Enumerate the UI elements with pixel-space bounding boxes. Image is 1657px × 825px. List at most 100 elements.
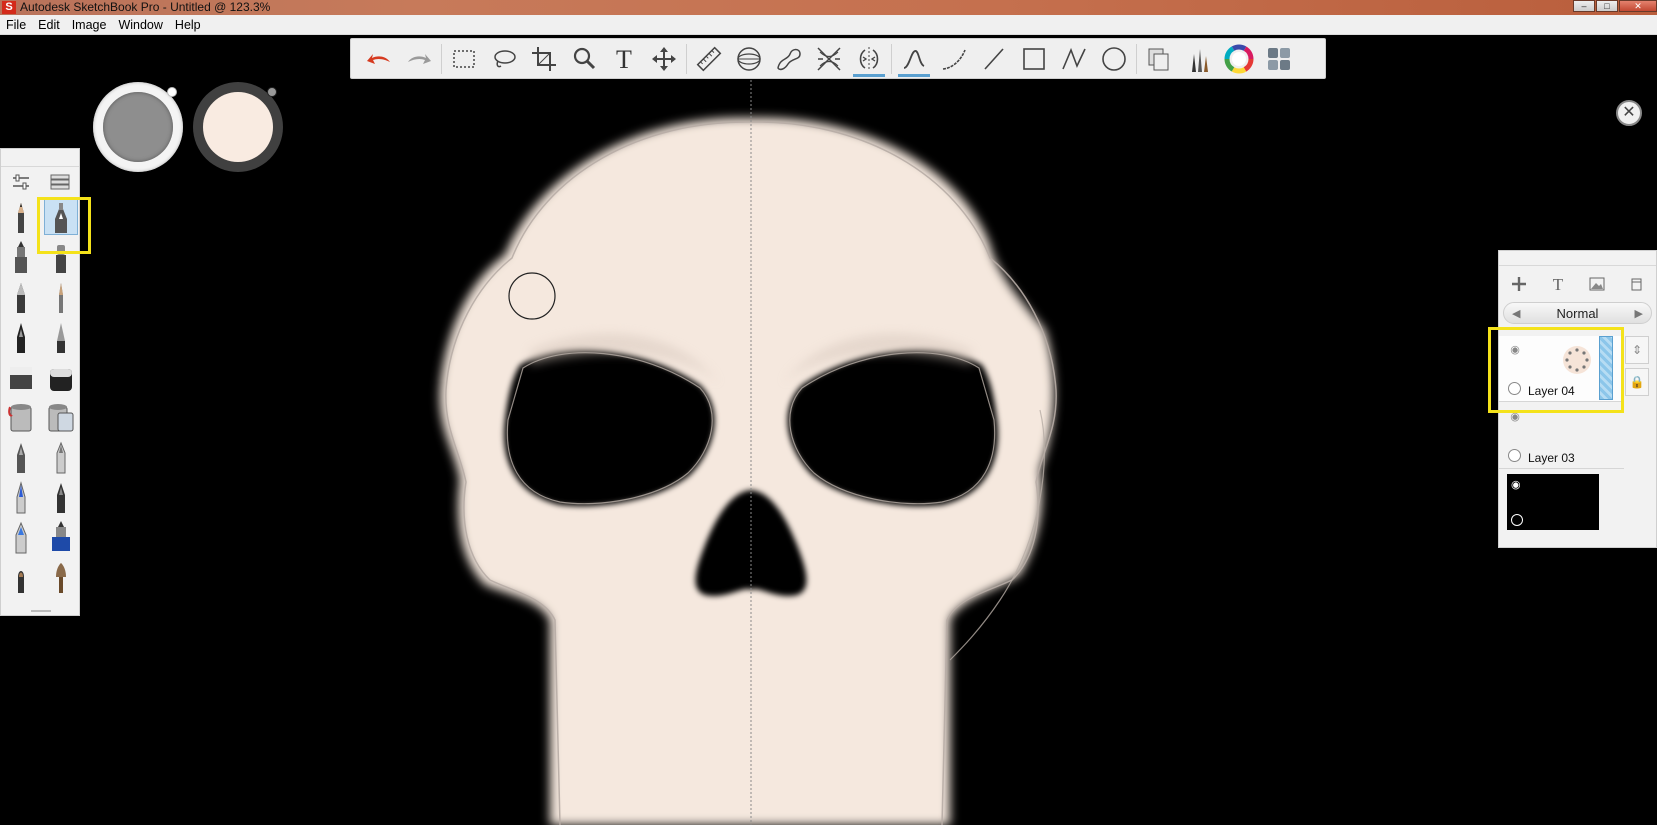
paint-brush-icon <box>56 563 66 593</box>
brush-settings-icon[interactable] <box>1 167 40 197</box>
color-wheel-button[interactable] <box>1219 40 1259 78</box>
blue-marker-brush[interactable] <box>1 517 41 557</box>
blend-next-icon[interactable]: ▶ <box>1635 307 1643 320</box>
undo-button[interactable] <box>359 40 399 78</box>
close-button[interactable]: ✕ <box>1619 0 1657 12</box>
ballpoint-brush[interactable] <box>1 277 41 317</box>
maximize-button[interactable]: □ <box>1596 0 1618 12</box>
lasso-button[interactable] <box>484 40 524 78</box>
svg-text:T: T <box>1553 275 1564 293</box>
ellipse-button[interactable] <box>1094 40 1134 78</box>
stroke-icon <box>903 49 925 69</box>
airbrush-brush[interactable] <box>41 477 81 517</box>
polyline-button[interactable] <box>1054 40 1094 78</box>
round-brush[interactable] <box>1 557 41 597</box>
polyline-icon <box>1062 47 1086 69</box>
layer-name: Layer 03 <box>1528 451 1575 465</box>
ink-pen-brush[interactable] <box>1 317 41 357</box>
marker-brush[interactable] <box>1 237 41 277</box>
hard-eraser-brush[interactable] <box>41 357 81 397</box>
palette-resize-handle[interactable] <box>31 610 51 612</box>
brushes-button[interactable] <box>1179 40 1219 78</box>
toolbar-separator <box>441 43 442 74</box>
copy-paste-button[interactable] <box>1139 40 1179 78</box>
add-layer-icon[interactable] <box>1499 275 1538 293</box>
eraser-brush[interactable] <box>1 357 41 397</box>
gray-color-puck[interactable] <box>93 82 183 172</box>
menu-edit[interactable]: Edit <box>32 15 66 34</box>
ballpoint-brush-icon <box>17 283 25 313</box>
rect-select-button[interactable] <box>444 40 484 78</box>
rectangle-icon <box>1023 47 1045 70</box>
redo-button[interactable] <box>399 40 439 78</box>
brush-palette-header[interactable] <box>1 149 79 167</box>
french-curve-icon <box>777 48 801 70</box>
brush-library-icon[interactable] <box>40 167 79 197</box>
svg-text:T: T <box>616 45 632 74</box>
menu-file[interactable]: File <box>0 15 32 34</box>
layers-button[interactable] <box>1259 40 1299 78</box>
brush-grid <box>1 197 79 597</box>
ellipse-guide-button[interactable] <box>729 40 769 78</box>
puck-indicator-dot <box>267 87 277 97</box>
gray-swatch <box>103 92 173 162</box>
stroke-button[interactable] <box>894 40 934 78</box>
french-curve-button[interactable] <box>769 40 809 78</box>
curve-button[interactable] <box>934 40 974 78</box>
add-image-layer-icon[interactable] <box>1578 275 1617 293</box>
toolbar-separator <box>891 43 892 74</box>
line-button[interactable] <box>974 40 1014 78</box>
menu-window[interactable]: Window <box>112 15 168 34</box>
layer-lock-button[interactable]: 🔒 <box>1625 368 1649 396</box>
skull-drawing <box>439 117 1057 825</box>
paint-brush[interactable] <box>41 557 81 597</box>
layer-panel-header[interactable] <box>1499 251 1656 266</box>
main-toolbar: T <box>350 38 1326 79</box>
text-button[interactable]: T <box>604 40 644 78</box>
blend-prev-icon[interactable]: ◀ <box>1512 307 1520 320</box>
perspective-button[interactable] <box>809 40 849 78</box>
perspective-icon <box>817 46 841 71</box>
ruler-button[interactable] <box>689 40 729 78</box>
round-tip-brush[interactable] <box>41 437 81 477</box>
rectangle-button[interactable] <box>1014 40 1054 78</box>
round-tip-brush-icon <box>56 441 66 474</box>
blue-marker-brush-icon <box>15 521 27 554</box>
copy-icon <box>1148 48 1169 70</box>
close-overlay-button[interactable]: ✕ <box>1616 100 1642 126</box>
ruler-icon <box>696 46 722 71</box>
redo-arrow-icon <box>408 53 431 64</box>
blend-mode-selector[interactable]: ◀ Normal ▶ <box>1503 302 1652 324</box>
layer-move-button[interactable]: ⇕ <box>1625 336 1649 364</box>
background-layer-row[interactable]: ◉ <box>1499 470 1624 536</box>
menu-image[interactable]: Image <box>66 15 113 34</box>
window-controls: – □ ✕ <box>1572 0 1657 13</box>
layer-menu-icon[interactable] <box>1617 275 1656 293</box>
transform-button[interactable] <box>644 40 684 78</box>
color-puck[interactable] <box>193 82 283 172</box>
add-text-layer-icon[interactable]: T <box>1538 275 1577 293</box>
zoom-button[interactable] <box>564 40 604 78</box>
crop-button[interactable] <box>524 40 564 78</box>
layer-panel-tools: T <box>1499 266 1656 302</box>
layer-select-radio[interactable] <box>1508 449 1521 462</box>
fountain-pen-brush[interactable] <box>41 317 81 357</box>
fill-bucket-brush[interactable] <box>41 397 81 437</box>
layers-icon <box>1268 47 1290 70</box>
minimize-button[interactable]: – <box>1573 0 1595 12</box>
toolbar-separator <box>686 43 687 74</box>
menu-help[interactable]: Help <box>169 15 207 34</box>
title-bar: S Autodesk SketchBook Pro - Untitled @ 1… <box>0 0 1657 15</box>
fine-brush[interactable] <box>41 277 81 317</box>
pencil-brush[interactable] <box>1 197 41 237</box>
pencil-brush-icon <box>18 203 24 233</box>
blue-pen-brush[interactable] <box>1 477 41 517</box>
symmetry-button[interactable] <box>849 40 889 78</box>
felt-tip-brush[interactable] <box>1 437 41 477</box>
visibility-eye-icon[interactable]: ◉ <box>1511 478 1521 491</box>
paint-bucket-brush[interactable] <box>1 397 41 437</box>
curve-icon <box>942 49 966 70</box>
layer-select-radio[interactable] <box>1511 514 1523 526</box>
eraser-brush-icon <box>10 367 32 389</box>
blue-ink-brush[interactable] <box>41 517 81 557</box>
